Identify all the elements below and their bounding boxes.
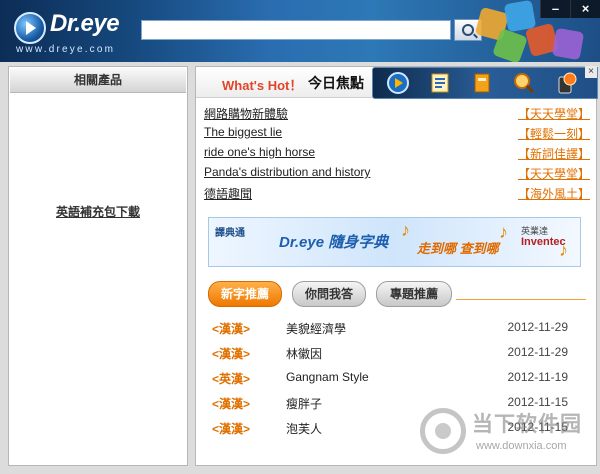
watermark: 当下软件园 www.downxia.com [420, 404, 596, 468]
news-tag[interactable]: 【新詞佳譯】 [518, 145, 590, 162]
news-title[interactable]: 德語趣聞 [204, 185, 252, 202]
logo-name: Dr.eye [50, 10, 120, 37]
word-tag: <漢漢> [212, 422, 251, 436]
news-tag[interactable]: 【海外風土】 [518, 185, 590, 202]
word-text[interactable]: 瘦胖子 [286, 395, 322, 412]
window-controls: – × [540, 0, 600, 18]
close-button[interactable]: × [570, 0, 600, 18]
word-tag: <漢漢> [212, 322, 251, 336]
related-products-panel: 相關產品 英語補充包下載 [8, 66, 188, 466]
news-row: 網路購物新體驗 【天天學堂】 [204, 103, 590, 123]
watermark-logo-icon [420, 408, 466, 454]
word-text[interactable]: 美貌經濟學 [286, 320, 346, 337]
word-tag: <漢漢> [212, 347, 251, 361]
phone-button[interactable] [553, 71, 579, 95]
product-banner[interactable]: 譯典通 Dr.eye 隨身字典 走到哪 查到哪 英業達 Inventec ♪ ♪… [208, 217, 581, 267]
word-row[interactable]: <英漢> Gangnam Style 2012-11-19 [212, 367, 568, 392]
news-title[interactable]: ride one's high horse [204, 145, 315, 159]
news-row: Panda's distribution and history 【天天學堂】 [204, 163, 590, 183]
magnifier-icon [514, 73, 535, 94]
english-pack-download-link[interactable]: 英語補充包下載 [9, 203, 187, 220]
word-date: 2012-11-29 [507, 320, 569, 334]
word-row[interactable]: <漢漢> 美貌經濟學 2012-11-29 [212, 317, 568, 342]
banner-product: Dr.eye 隨身字典 [279, 234, 389, 251]
play-button[interactable] [385, 71, 411, 95]
related-products-title: 相關產品 [10, 68, 186, 93]
word-text[interactable]: 泡芙人 [286, 420, 322, 437]
word-date: 2012-11-29 [507, 345, 569, 359]
magnifier-button[interactable] [511, 71, 537, 95]
phone-icon [558, 72, 577, 94]
music-note-icon: ♪ [401, 220, 410, 240]
minimize-button[interactable]: – [540, 0, 570, 18]
play-circle-icon [387, 72, 409, 94]
banner-slogan: 走到哪 查到哪 [417, 241, 499, 256]
dreye-logo[interactable]: Dr.eye www.dreye.com [12, 10, 140, 55]
banner-brand: 譯典通 [215, 228, 245, 239]
news-tag[interactable]: 【輕鬆一刻】 [518, 125, 590, 142]
book-button[interactable] [469, 71, 495, 95]
tab-new-words[interactable]: 新字推薦 [208, 281, 282, 307]
app-header: Dr.eye www.dreye.com – × [0, 0, 600, 62]
music-note-icon: ♪ [499, 222, 508, 242]
news-title[interactable]: Panda's distribution and history [204, 165, 370, 179]
news-row: ride one's high horse 【新詞佳譯】 [204, 143, 590, 163]
today-focus-title: 今日焦點 [308, 75, 364, 91]
document-icon [431, 73, 449, 93]
whats-hot-title: What's Hot！ [222, 78, 303, 93]
document-button[interactable] [427, 71, 453, 95]
search-input[interactable] [141, 20, 451, 40]
tab-qa[interactable]: 你問我答 [292, 281, 366, 307]
word-tag: <英漢> [212, 372, 251, 386]
music-note-icon: ♪ [559, 240, 568, 260]
word-text[interactable]: Gangnam Style [286, 370, 369, 384]
news-title[interactable]: The biggest lie [204, 125, 282, 139]
book-icon [474, 73, 490, 93]
toolbar-close-button[interactable]: × [585, 66, 597, 78]
news-title[interactable]: 網路購物新體驗 [204, 105, 288, 122]
word-tag: <漢漢> [212, 397, 251, 411]
word-date: 2012-11-19 [507, 370, 569, 384]
tabs-divider [456, 299, 586, 300]
tab-topics[interactable]: 專題推薦 [376, 281, 452, 307]
news-list: 網路購物新體驗 【天天學堂】 The biggest lie 【輕鬆一刻】 ride… [204, 103, 590, 203]
quick-toolbar: × [372, 66, 598, 99]
watermark-name: 当下软件园 [472, 413, 582, 436]
word-row[interactable]: <漢漢> 林徽因 2012-11-29 [212, 342, 568, 367]
word-text[interactable]: 林徽因 [286, 345, 322, 362]
news-row: 德語趣聞 【海外風土】 [204, 183, 590, 203]
play-icon [14, 12, 46, 44]
hot-header: What's Hot！ 今日焦點 [196, 67, 372, 98]
recommend-tabs: 新字推薦 你問我答 專題推薦 [208, 281, 586, 309]
logo-url: www.dreye.com [16, 44, 116, 55]
news-tag[interactable]: 【天天學堂】 [518, 105, 590, 122]
news-tag[interactable]: 【天天學堂】 [518, 165, 590, 182]
news-row: The biggest lie 【輕鬆一刻】 [204, 123, 590, 143]
watermark-url: www.downxia.com [476, 440, 567, 452]
